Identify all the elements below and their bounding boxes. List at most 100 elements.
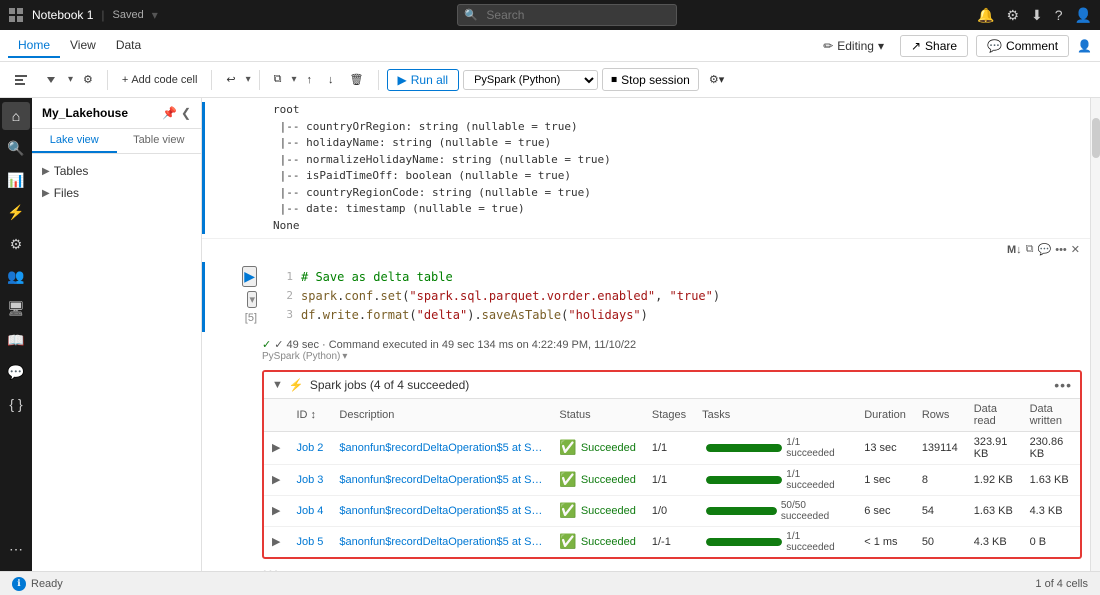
copy-dropdown[interactable]: ▾ xyxy=(292,74,297,85)
pyspark-dropdown-5[interactable]: ▾ xyxy=(342,351,347,362)
spark-row-expand-0[interactable]: ▶ xyxy=(264,431,288,464)
comment-button[interactable]: 💬 Comment xyxy=(976,35,1069,57)
menu-view[interactable]: View xyxy=(60,34,106,58)
tree-arrow-tables: ▶ xyxy=(42,166,50,177)
nav-monitor-icon[interactable]: 🖥 xyxy=(2,294,30,322)
tree-item-files[interactable]: ▶ Files xyxy=(32,182,201,204)
cell-ml-button[interactable]: M↓ xyxy=(1005,241,1024,258)
spark-row-expand-1[interactable]: ▶ xyxy=(264,464,288,495)
nav-users-icon[interactable]: 👥 xyxy=(2,262,30,290)
cell-chevron-button-5[interactable]: ▾ xyxy=(247,291,257,308)
settings-toolbar-button[interactable]: ⚙ xyxy=(77,70,99,89)
settings-icon[interactable]: ⚙ xyxy=(1006,7,1019,24)
cell-status-check: ✓ xyxy=(262,339,271,351)
help-icon[interactable]: ? xyxy=(1055,7,1063,23)
toolbar-separator-2 xyxy=(211,70,212,90)
th-duration: Duration xyxy=(856,399,914,432)
output-line-5: |-- countryRegionCode: string (nullable … xyxy=(273,185,1082,202)
spark-row-expand-3[interactable]: ▶ xyxy=(264,526,288,557)
delete-cell-button[interactable]: 🗑 xyxy=(344,70,370,89)
download-icon[interactable]: ⬇ xyxy=(1031,7,1043,24)
undo-button[interactable]: ↩ xyxy=(220,70,241,89)
spark-job-datawritten-3: 0 B xyxy=(1022,526,1080,557)
nav-book-icon[interactable]: 📖 xyxy=(2,326,30,354)
cell-5-content[interactable]: 1 # Save as delta table 2 spark.conf.set… xyxy=(265,258,1090,336)
move-down-cell-button[interactable]: ↓ xyxy=(322,71,340,89)
user-panel-icon[interactable]: 👤 xyxy=(1077,39,1092,53)
user-avatar[interactable]: 👤 xyxy=(1075,7,1092,24)
format-button[interactable] xyxy=(8,70,34,90)
scrollbar-area[interactable] xyxy=(1090,98,1100,571)
cell-run-button-5[interactable]: ▶ xyxy=(242,266,257,287)
spark-job-row-3: ▶ Job 5 $anonfun$recordDeltaOperation$5 … xyxy=(264,526,1080,557)
spark-job-desc-0[interactable]: $anonfun$recordDeltaOperation$5 at Synap… xyxy=(331,431,551,464)
scrollbar-thumb[interactable] xyxy=(1092,118,1100,158)
task-progress-fill-0 xyxy=(706,444,782,452)
output-area: root |-- countryOrRegion: string (nullab… xyxy=(265,98,1090,238)
run-all-button[interactable]: ▶ Run all xyxy=(387,69,460,91)
nav-search-icon[interactable]: 🔍 xyxy=(2,134,30,162)
sidebar-chevron-icon[interactable]: ❮ xyxy=(181,106,191,120)
copy-button[interactable]: ⧉ xyxy=(268,70,288,89)
menu-home[interactable]: Home xyxy=(8,34,60,58)
task-progress-text-1: 1/1 succeeded xyxy=(786,469,848,491)
spark-job-desc-1[interactable]: $anonfun$recordDeltaOperation$5 at Synap… xyxy=(331,464,551,495)
cell-comment-button[interactable]: 💬 xyxy=(1036,241,1054,258)
move-up-cell-button[interactable]: ↑ xyxy=(301,71,319,89)
spark-job-row-2: ▶ Job 4 $anonfun$recordDeltaOperation$5 … xyxy=(264,495,1080,526)
code-editor-5[interactable]: 1 # Save as delta table 2 spark.conf.set… xyxy=(273,264,1082,330)
tab-table-view[interactable]: Table view xyxy=(117,129,202,153)
tab-lake-view[interactable]: Lake view xyxy=(32,129,117,153)
search-input[interactable] xyxy=(457,4,677,26)
more-toolbar-icon[interactable]: ▾ xyxy=(68,74,73,85)
nav-home-icon[interactable]: ⌂ xyxy=(2,102,30,130)
th-data-read: Data read xyxy=(966,399,1022,432)
nav-data-icon[interactable]: 📊 xyxy=(2,166,30,194)
move-down-button[interactable] xyxy=(38,70,64,90)
menu-data[interactable]: Data xyxy=(106,34,151,58)
tree-label-tables: Tables xyxy=(54,164,89,178)
output-line-8: None xyxy=(273,218,1082,235)
spark-row-expand-2[interactable]: ▶ xyxy=(264,495,288,526)
tree-item-tables[interactable]: ▶ Tables xyxy=(32,160,201,182)
cell-copy-code-button[interactable]: ⧉ xyxy=(1024,241,1036,258)
cell-close-button[interactable]: ✕ xyxy=(1069,241,1082,258)
editing-button[interactable]: ✏ Editing ▾ xyxy=(815,36,892,56)
pin-icon[interactable]: 📌 xyxy=(162,106,177,120)
spark-jobs-more-button[interactable]: ••• xyxy=(1054,377,1072,393)
th-stages: Stages xyxy=(644,399,694,432)
nav-chat-icon[interactable]: 💬 xyxy=(2,358,30,386)
cell-more-button[interactable]: ••• xyxy=(1053,241,1069,258)
spark-job-desc-2[interactable]: $anonfun$recordDeltaOperation$5 at Synap… xyxy=(331,495,551,526)
code-line-5-2: 2 spark.conf.set("spark.sql.parquet.vord… xyxy=(273,287,1082,306)
stop-session-button[interactable]: ⏹ Stop session xyxy=(602,68,699,91)
notification-icon[interactable]: 🔔 xyxy=(977,7,994,24)
kernel-select[interactable]: PySpark (Python) xyxy=(463,70,598,90)
spark-job-tasks-3: 1/1 succeeded xyxy=(694,526,856,557)
nav-code-icon[interactable]: { } xyxy=(2,390,30,418)
cell-status-text: ✓ 49 sec · Command executed in 49 sec 13… xyxy=(274,339,636,351)
line-content-5-1: # Save as delta table xyxy=(301,268,453,287)
plus-icon: + xyxy=(122,74,128,86)
spark-job-desc-3[interactable]: $anonfun$recordDeltaOperation$5 at Synap… xyxy=(331,526,551,557)
cell-ellipsis[interactable]: ••• xyxy=(202,563,1090,571)
spark-job-duration-1: 1 sec xyxy=(856,464,914,495)
undo-dropdown[interactable]: ▾ xyxy=(246,74,251,85)
notebook-area: root |-- countryOrRegion: string (nullab… xyxy=(202,98,1090,571)
spark-job-tasks-0: 1/1 succeeded xyxy=(694,431,856,464)
nav-spark-icon[interactable]: ⚡ xyxy=(2,198,30,226)
search-box[interactable]: 🔍 xyxy=(457,4,677,26)
nav-settings-icon[interactable]: ⚙ xyxy=(2,230,30,258)
code-line-5-1: 1 # Save as delta table xyxy=(273,268,1082,287)
add-code-cell-button[interactable]: + Add code cell xyxy=(116,71,203,89)
share-button[interactable]: ↗ Share xyxy=(900,35,968,57)
spark-job-dataread-3: 4.3 KB xyxy=(966,526,1022,557)
tree-arrow-files: ▶ xyxy=(42,188,50,199)
nav-more-icon[interactable]: ⋯ xyxy=(2,535,30,563)
session-settings-button[interactable]: ⚙▾ xyxy=(703,70,730,89)
status-bar: ℹ Ready 1 of 4 cells xyxy=(0,571,1100,595)
spark-jobs-toggle[interactable]: ▼ xyxy=(272,379,283,391)
spark-job-datawritten-2: 4.3 KB xyxy=(1022,495,1080,526)
line-content-5-3: df.write.format("delta").saveAsTable("ho… xyxy=(301,306,648,325)
stop-icon: ⏹ xyxy=(611,72,617,87)
